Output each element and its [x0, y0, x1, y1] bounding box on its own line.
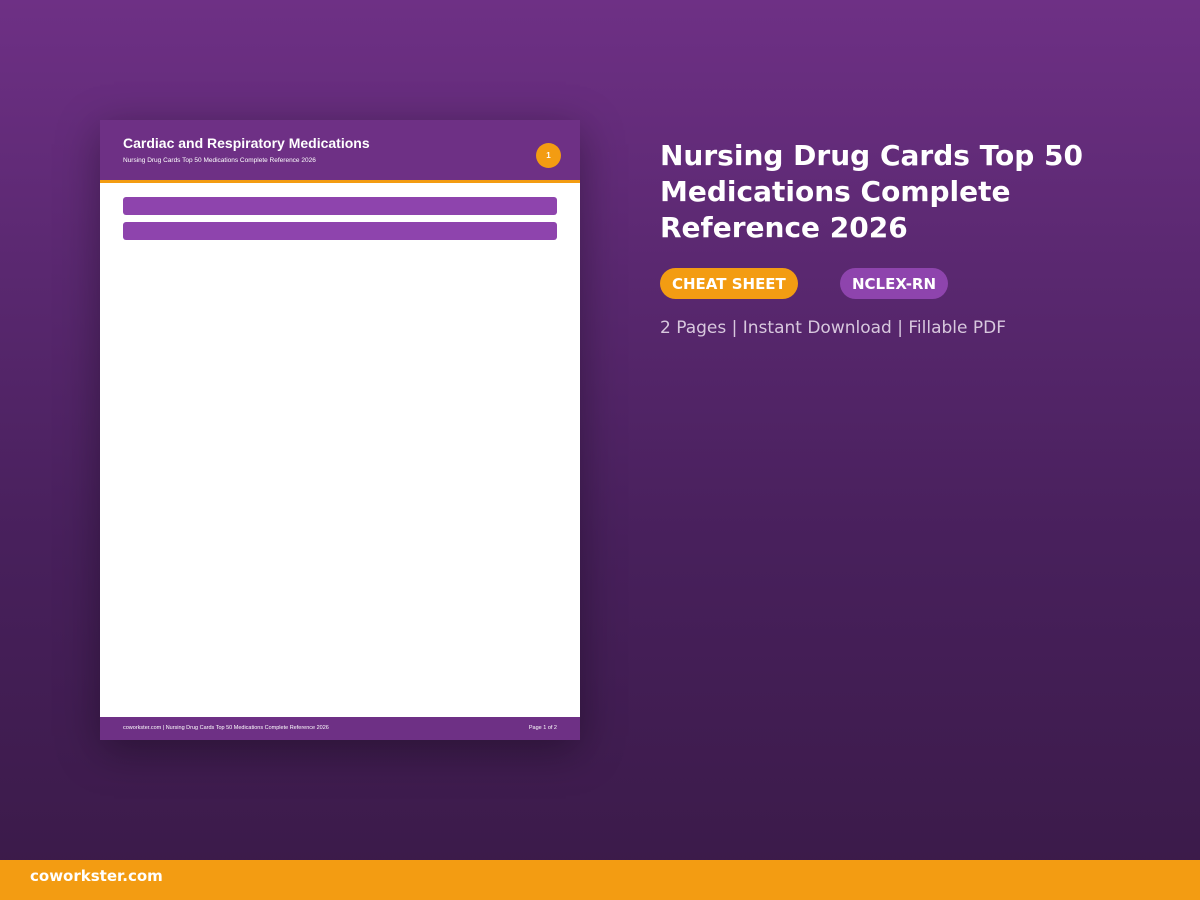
document-footer: coworkster.com | Nursing Drug Cards Top …: [100, 717, 580, 740]
document-header: Cardiac and Respiratory Medications Nurs…: [100, 120, 580, 183]
document-footer-source: coworkster.com | Nursing Drug Cards Top …: [123, 725, 329, 731]
document-subtitle: Nursing Drug Cards Top 50 Medications Co…: [123, 157, 316, 164]
product-meta: 2 Pages | Instant Download | Fillable PD…: [660, 318, 1007, 338]
brand-name[interactable]: coworkster.com: [30, 867, 163, 885]
cheat-sheet-tag: CHEAT SHEET: [660, 268, 798, 299]
document-title: Cardiac and Respiratory Medications: [123, 135, 370, 151]
product-title: Nursing Drug Cards Top 50 Medications Co…: [660, 139, 1084, 244]
section-heading-bar: [123, 222, 557, 240]
nclex-rn-tag: NCLEX-RN: [840, 268, 949, 299]
page-number-badge: 1: [536, 143, 561, 168]
brand-footer-bar: coworkster.com: [0, 860, 1200, 900]
section-heading-bar: [123, 197, 557, 215]
document-preview: Cardiac and Respiratory Medications Nurs…: [100, 120, 580, 740]
document-footer-page: Page 1 of 2: [528, 725, 557, 731]
